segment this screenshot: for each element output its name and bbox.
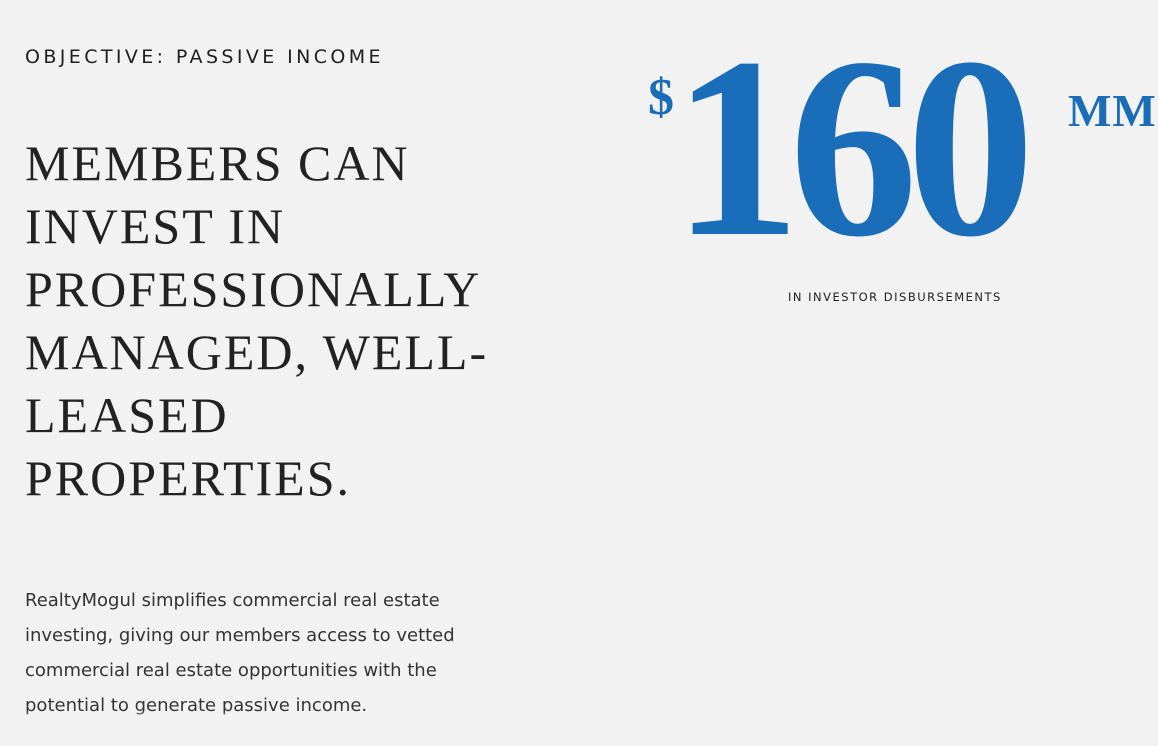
stat-unit: MM xyxy=(1068,85,1157,136)
body-line: commercial real estate opportunities wit… xyxy=(25,660,437,681)
headline-line: LEASED xyxy=(25,387,229,443)
headline-line: MEMBERS CAN xyxy=(25,135,410,191)
stat-caption: IN INVESTOR DISBURSEMENTS xyxy=(788,290,1002,304)
section-eyebrow: OBJECTIVE: PASSIVE INCOME xyxy=(25,46,384,68)
stat-value: 160 xyxy=(672,4,1035,290)
headline-line: MANAGED, WELL- xyxy=(25,324,489,380)
stat-block: $ 160 MM IN INVESTOR DISBURSEMENTS xyxy=(640,18,1158,320)
body-line: investing, giving our members access to … xyxy=(25,625,455,646)
body-line: potential to generate passive income. xyxy=(25,688,565,723)
headline: MEMBERS CAN INVEST IN PROFESSIONALLY MAN… xyxy=(25,132,565,510)
headline-line: PROPERTIES. xyxy=(25,450,352,506)
headline-line: INVEST IN xyxy=(25,198,286,254)
body-line: RealtyMogul simplifies commercial real e… xyxy=(25,590,440,611)
headline-line: PROFESSIONALLY xyxy=(25,261,482,317)
content-column: OBJECTIVE: PASSIVE INCOME MEMBERS CAN IN… xyxy=(25,0,585,746)
body-paragraph: RealtyMogul simplifies commercial real e… xyxy=(25,583,565,723)
stat-currency-symbol: $ xyxy=(648,69,674,126)
